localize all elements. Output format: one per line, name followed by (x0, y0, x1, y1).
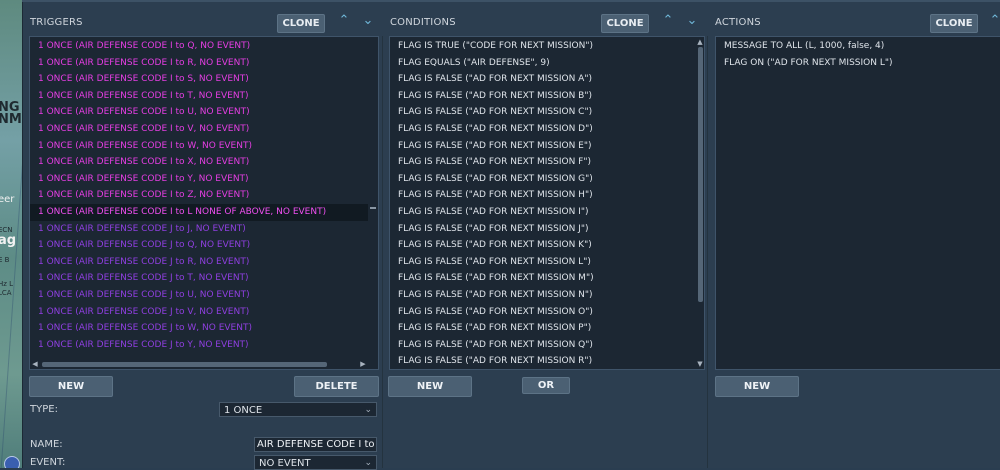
triggers-row[interactable]: 1 ONCE (AIR DEFENSE CODE J to Q, NO EVEN… (30, 237, 378, 254)
scroll-down-icon[interactable]: ▼ (695, 360, 704, 368)
chevron-up-icon: ⌃ (989, 13, 1000, 28)
map-unit-marker[interactable] (4, 456, 20, 468)
map-label: E B (0, 256, 10, 264)
triggers-new-button[interactable]: NEW (29, 376, 113, 397)
type-select[interactable]: 1 ONCE ⌄ (219, 402, 377, 417)
conditions-row[interactable]: FLAG IS FALSE ("AD FOR NEXT MISSION M") (390, 270, 704, 287)
triggers-row[interactable]: 1 ONCE (AIR DEFENSE CODE I to S, NO EVEN… (30, 71, 378, 88)
conditions-row[interactable]: FLAG IS FALSE ("AD FOR NEXT MISSION J") (390, 221, 704, 238)
actions-row[interactable]: FLAG ON ("AD FOR NEXT MISSION L") (716, 55, 1000, 72)
triggers-delete-button[interactable]: DELETE (294, 376, 379, 397)
triggers-row[interactable]: 1 ONCE (AIR DEFENSE CODE I to X, NO EVEN… (30, 154, 378, 171)
name-label: NAME: (30, 439, 63, 450)
conditions-scroll-thumb[interactable] (698, 47, 703, 302)
chevron-down-icon: ⌄ (364, 405, 372, 415)
conditions-new-button[interactable]: NEW (388, 376, 472, 397)
conditions-list-items: FLAG IS TRUE ("CODE FOR NEXT MISSION") FL… (390, 38, 704, 369)
map-label: LCA (0, 289, 12, 297)
triggers-horizontal-scrollbar[interactable]: ◀ ▶ (30, 359, 368, 369)
conditions-row[interactable]: FLAG IS FALSE ("AD FOR NEXT MISSION G") (390, 171, 704, 188)
conditions-move-down-button[interactable]: ⌄ (685, 13, 699, 29)
conditions-row[interactable]: FLAG IS FALSE ("AD FOR NEXT MISSION C") (390, 104, 704, 121)
conditions-row[interactable]: FLAG IS FALSE ("AD FOR NEXT MISSION H") (390, 187, 704, 204)
triggers-title: TRIGGERS (30, 17, 83, 28)
actions-list-items: MESSAGE TO ALL (L, 1000, false, 4) FLAG O… (716, 38, 1000, 71)
map-label: NM (0, 112, 22, 127)
triggers-row[interactable]: 1 ONCE (AIR DEFENSE CODE J to J, NO EVEN… (30, 221, 378, 238)
triggers-row[interactable]: 1 ONCE (AIR DEFENSE CODE J to U, NO EVEN… (30, 287, 378, 304)
conditions-title: CONDITIONS (390, 17, 456, 28)
map-label: ag (0, 233, 17, 248)
event-select-value: NO EVENT (259, 458, 311, 469)
actions-new-button[interactable]: NEW (715, 376, 799, 397)
triggers-row[interactable]: 1 ONCE (AIR DEFENSE CODE J to T, NO EVEN… (30, 270, 378, 287)
conditions-vertical-scrollbar[interactable]: ▲ ▼ (695, 37, 704, 369)
triggers-clone-button[interactable]: CLONE (277, 14, 325, 33)
triggers-row[interactable]: 1 ONCE (AIR DEFENSE CODE I to Q, NO EVEN… (30, 38, 378, 55)
conditions-row[interactable]: FLAG IS FALSE ("AD FOR NEXT MISSION P") (390, 320, 704, 337)
triggers-row[interactable]: 1 ONCE (AIR DEFENSE CODE I to W, NO EVEN… (30, 138, 378, 155)
conditions-row[interactable]: FLAG IS FALSE ("AD FOR NEXT MISSION E") (390, 138, 704, 155)
triggers-row[interactable]: 1 ONCE (AIR DEFENSE CODE I to Z, NO EVEN… (30, 187, 378, 204)
triggers-list-items: 1 ONCE (AIR DEFENSE CODE I to Q, NO EVEN… (30, 38, 378, 353)
conditions-row[interactable]: FLAG IS FALSE ("AD FOR NEXT MISSION O") (390, 304, 704, 321)
conditions-or-button[interactable]: OR (522, 377, 570, 394)
map-label: i (0, 183, 1, 194)
chevron-up-icon: ⌃ (338, 13, 350, 28)
triggers-row[interactable]: 1 ONCE (AIR DEFENSE CODE I to Y, NO EVEN… (30, 171, 378, 188)
conditions-row[interactable]: FLAG IS FALSE ("AD FOR NEXT MISSION K") (390, 237, 704, 254)
conditions-row[interactable]: FLAG IS TRUE ("CODE FOR NEXT MISSION") (390, 38, 704, 55)
column-divider (382, 36, 383, 468)
type-select-value: 1 ONCE (224, 405, 263, 416)
triggers-hscroll-thumb[interactable] (42, 362, 327, 367)
conditions-row[interactable]: FLAG IS FALSE ("AD FOR NEXT MISSION I") (390, 204, 704, 221)
conditions-row[interactable]: FLAG IS FALSE ("AD FOR NEXT MISSION N") (390, 287, 704, 304)
triggers-row[interactable]: 1 ONCE (AIR DEFENSE CODE J to R, NO EVEN… (30, 254, 378, 271)
actions-title: ACTIONS (715, 17, 761, 28)
conditions-row[interactable]: FLAG IS FALSE ("AD FOR NEXT MISSION A") (390, 71, 704, 88)
map-label: eer (0, 194, 15, 205)
actions-list[interactable]: MESSAGE TO ALL (L, 1000, false, 4) FLAG O… (715, 36, 1000, 370)
triggers-row[interactable]: 1 ONCE (AIR DEFENSE CODE J to W, NO EVEN… (30, 320, 378, 337)
name-input[interactable]: AIR DEFENSE CODE I to L N (254, 437, 377, 452)
triggers-move-up-button[interactable]: ⌃ (337, 13, 351, 29)
conditions-row[interactable]: FLAG IS FALSE ("AD FOR NEXT MISSION L") (390, 254, 704, 271)
triggers-list[interactable]: 1 ONCE (AIR DEFENSE CODE I to Q, NO EVEN… (29, 36, 379, 370)
chevron-down-icon: ⌄ (362, 13, 374, 28)
conditions-list[interactable]: FLAG IS TRUE ("CODE FOR NEXT MISSION") FL… (389, 36, 705, 370)
conditions-row[interactable]: FLAG IS FALSE ("AD FOR NEXT MISSION B") (390, 88, 704, 105)
conditions-clone-button[interactable]: CLONE (601, 14, 649, 33)
panel-top-border (22, 0, 1000, 2)
triggers-vertical-scrollbar[interactable] (368, 37, 378, 369)
chevron-up-icon: ⌃ (662, 13, 674, 28)
conditions-row[interactable]: FLAG IS FALSE ("AD FOR NEXT MISSION Q") (390, 337, 704, 354)
triggers-row[interactable]: 1 ONCE (AIR DEFENSE CODE I to R, NO EVEN… (30, 55, 378, 72)
triggers-row[interactable]: 1 ONCE (AIR DEFENSE CODE I to U, NO EVEN… (30, 104, 378, 121)
triggers-row[interactable]: 1 ONCE (AIR DEFENSE CODE I to L NONE OF … (30, 203, 378, 221)
scroll-left-icon[interactable]: ◀ (30, 359, 40, 369)
triggers-row[interactable]: 1 ONCE (AIR DEFENSE CODE J to Y, NO EVEN… (30, 337, 378, 354)
conditions-row[interactable]: FLAG EQUALS ("AIR DEFENSE", 9) (390, 55, 704, 72)
actions-clone-button[interactable]: CLONE (930, 14, 978, 33)
event-label: EVENT: (30, 457, 66, 468)
actions-move-up-button[interactable]: ⌃ (988, 13, 1000, 29)
actions-row[interactable]: MESSAGE TO ALL (L, 1000, false, 4) (716, 38, 1000, 55)
triggers-row[interactable]: 1 ONCE (AIR DEFENSE CODE I to T, NO EVEN… (30, 88, 378, 105)
conditions-row[interactable]: FLAG IS FALSE ("AD FOR NEXT MISSION D") (390, 121, 704, 138)
map-background[interactable]: NG 2 NM i eer ECN ag E B Hz L LCA (0, 0, 22, 468)
conditions-move-up-button[interactable]: ⌃ (661, 13, 675, 29)
type-label: TYPE: (30, 404, 58, 415)
triggers-move-down-button[interactable]: ⌄ (361, 13, 375, 29)
conditions-row[interactable]: FLAG IS FALSE ("AD FOR NEXT MISSION F") (390, 154, 704, 171)
column-divider (707, 36, 708, 468)
triggers-row[interactable]: 1 ONCE (AIR DEFENSE CODE I to V, NO EVEN… (30, 121, 378, 138)
chevron-down-icon: ⌄ (686, 13, 698, 28)
conditions-row[interactable]: FLAG IS FALSE ("AD FOR NEXT MISSION R") (390, 353, 704, 369)
triggers-row[interactable]: 1 ONCE (AIR DEFENSE CODE J to V, NO EVEN… (30, 304, 378, 321)
map-label: Hz L (0, 280, 14, 288)
scroll-up-icon[interactable]: ▲ (695, 38, 704, 46)
triggers-scroll-thumb[interactable] (370, 207, 376, 209)
scroll-right-icon[interactable]: ▶ (358, 359, 368, 369)
